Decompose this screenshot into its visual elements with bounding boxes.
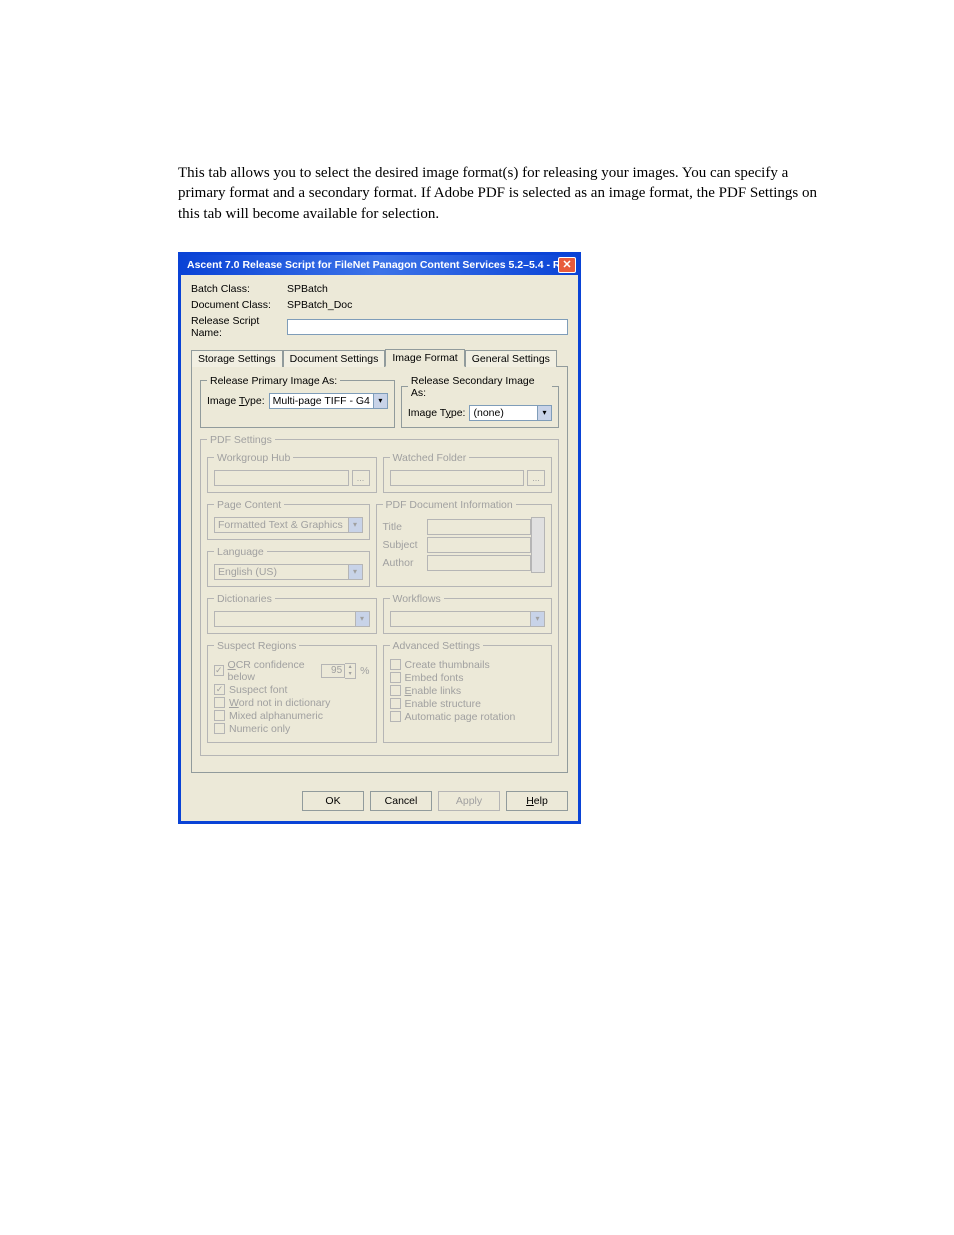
dictionaries-legend: Dictionaries	[214, 593, 275, 605]
language-group: Language English (US) ▾	[207, 546, 370, 587]
release-script-name-label: Release Script Name:	[191, 315, 283, 339]
docinfo-subject-input	[427, 537, 532, 553]
ocr-confidence-label: OCR confidence below	[228, 659, 314, 683]
language-value: English (US)	[215, 566, 348, 578]
watched-folder-input	[390, 470, 525, 486]
word-not-in-dict-checkbox	[214, 697, 225, 708]
watched-folder-group: Watched Folder ...	[383, 452, 553, 493]
page-content-legend: Page Content	[214, 499, 284, 511]
tab-general-settings[interactable]: General Settings	[465, 350, 557, 367]
pdf-document-info-group: PDF Document Information Title Subject	[376, 499, 553, 587]
secondary-image-type-value: (none)	[470, 407, 537, 419]
chevron-down-icon: ▾	[348, 518, 362, 532]
suspect-regions-legend: Suspect Regions	[214, 640, 299, 652]
primary-image-type-select[interactable]: Multi-page TIFF - G4 ▾	[269, 393, 388, 409]
tab-strip: Storage Settings Document Settings Image…	[191, 347, 568, 367]
primary-image-type-value: Multi-page TIFF - G4	[270, 395, 373, 407]
workgroup-hub-input	[214, 470, 349, 486]
release-primary-group: Release Primary Image As: Image Type: Mu…	[200, 375, 395, 428]
document-class-value: SPBatch_Doc	[287, 299, 568, 311]
dictionaries-select: ▾	[214, 611, 370, 627]
workflows-legend: Workflows	[390, 593, 444, 605]
create-thumbnails-label: Create thumbnails	[405, 659, 490, 671]
tab-document-settings[interactable]: Document Settings	[283, 350, 386, 367]
pdf-document-info-legend: PDF Document Information	[383, 499, 516, 511]
ocr-confidence-checkbox: ✓	[214, 665, 224, 676]
chevron-down-icon: ▾	[537, 406, 551, 420]
apply-button: Apply	[438, 791, 500, 811]
language-legend: Language	[214, 546, 267, 558]
chevron-down-icon: ▾	[348, 565, 362, 579]
pdf-settings-group: PDF Settings Workgroup Hub ... Watched F…	[200, 434, 559, 756]
batch-class-value: SPBatch	[287, 283, 568, 295]
auto-rotation-checkbox	[390, 711, 401, 722]
docinfo-author-label: Author	[383, 557, 423, 569]
close-icon[interactable]: ✕	[558, 257, 576, 273]
ok-button[interactable]: OK	[302, 791, 364, 811]
titlebar: Ascent 7.0 Release Script for FileNet Pa…	[181, 255, 578, 275]
tab-image-format[interactable]: Image Format	[385, 349, 464, 367]
enable-structure-checkbox	[390, 698, 401, 709]
page-content-group: Page Content Formatted Text & Graphics ▾	[207, 499, 370, 540]
advanced-settings-group: Advanced Settings Create thumbnails Embe…	[383, 640, 553, 743]
release-primary-legend: Release Primary Image As:	[207, 375, 340, 387]
secondary-image-type-label: Image Type:	[408, 407, 466, 419]
mixed-alpha-label: Mixed alphanumeric	[229, 710, 323, 722]
docinfo-scrollbar	[531, 517, 545, 573]
page-content-value: Formatted Text & Graphics	[215, 519, 348, 531]
docinfo-title-label: Title	[383, 521, 423, 533]
batch-class-label: Batch Class:	[191, 283, 283, 295]
workgroup-hub-browse-button: ...	[352, 470, 370, 486]
suspect-font-checkbox: ✓	[214, 684, 225, 695]
watched-folder-browse-button: ...	[527, 470, 545, 486]
embed-fonts-checkbox	[390, 672, 401, 683]
release-script-name-input[interactable]	[287, 319, 568, 335]
numeric-only-label: Numeric only	[229, 723, 290, 735]
enable-links-label: Enable links	[405, 685, 462, 697]
page-content-select: Formatted Text & Graphics ▾	[214, 517, 363, 533]
enable-links-checkbox	[390, 685, 401, 696]
embed-fonts-label: Embed fonts	[405, 672, 464, 684]
language-select: English (US) ▾	[214, 564, 363, 580]
docinfo-title-input	[427, 519, 532, 535]
workgroup-hub-group: Workgroup Hub ...	[207, 452, 377, 493]
create-thumbnails-checkbox	[390, 659, 401, 670]
workgroup-hub-legend: Workgroup Hub	[214, 452, 293, 464]
watched-folder-legend: Watched Folder	[390, 452, 470, 464]
suspect-regions-group: Suspect Regions ✓ OCR confidence below ▴…	[207, 640, 377, 743]
advanced-settings-legend: Advanced Settings	[390, 640, 484, 652]
auto-rotation-label: Automatic page rotation	[405, 711, 516, 723]
chevron-down-icon: ▾	[373, 394, 387, 408]
suspect-font-label: Suspect font	[229, 684, 287, 696]
word-not-in-dict-label: Word not in dictionary	[229, 697, 330, 709]
image-format-dialog: Ascent 7.0 Release Script for FileNet Pa…	[178, 252, 581, 824]
workflows-select: ▾	[390, 611, 546, 627]
cancel-button[interactable]: Cancel	[370, 791, 432, 811]
window-title: Ascent 7.0 Release Script for FileNet Pa…	[187, 259, 558, 271]
dictionaries-group: Dictionaries ▾	[207, 593, 377, 634]
ocr-confidence-spinner: ▴▾	[321, 663, 356, 679]
image-format-panel: Release Primary Image As: Image Type: Mu…	[191, 367, 568, 773]
mixed-alpha-checkbox	[214, 710, 225, 721]
secondary-image-type-select[interactable]: (none) ▾	[469, 405, 552, 421]
workflows-group: Workflows ▾	[383, 593, 553, 634]
intro-paragraph: This tab allows you to select the desire…	[178, 163, 834, 224]
document-class-label: Document Class:	[191, 299, 283, 311]
chevron-down-icon: ▾	[355, 612, 369, 626]
numeric-only-checkbox	[214, 723, 225, 734]
pdf-settings-legend: PDF Settings	[207, 434, 275, 446]
release-secondary-legend: Release Secondary Image As:	[408, 375, 552, 399]
release-secondary-group: Release Secondary Image As: Image Type: …	[401, 375, 559, 428]
docinfo-subject-label: Subject	[383, 539, 423, 551]
chevron-down-icon: ▾	[530, 612, 544, 626]
docinfo-author-input	[427, 555, 532, 571]
ocr-confidence-unit: %	[360, 665, 369, 677]
help-button[interactable]: Help	[506, 791, 568, 811]
enable-structure-label: Enable structure	[405, 698, 481, 710]
tab-storage-settings[interactable]: Storage Settings	[191, 350, 283, 367]
primary-image-type-label: Image Type:	[207, 395, 265, 407]
